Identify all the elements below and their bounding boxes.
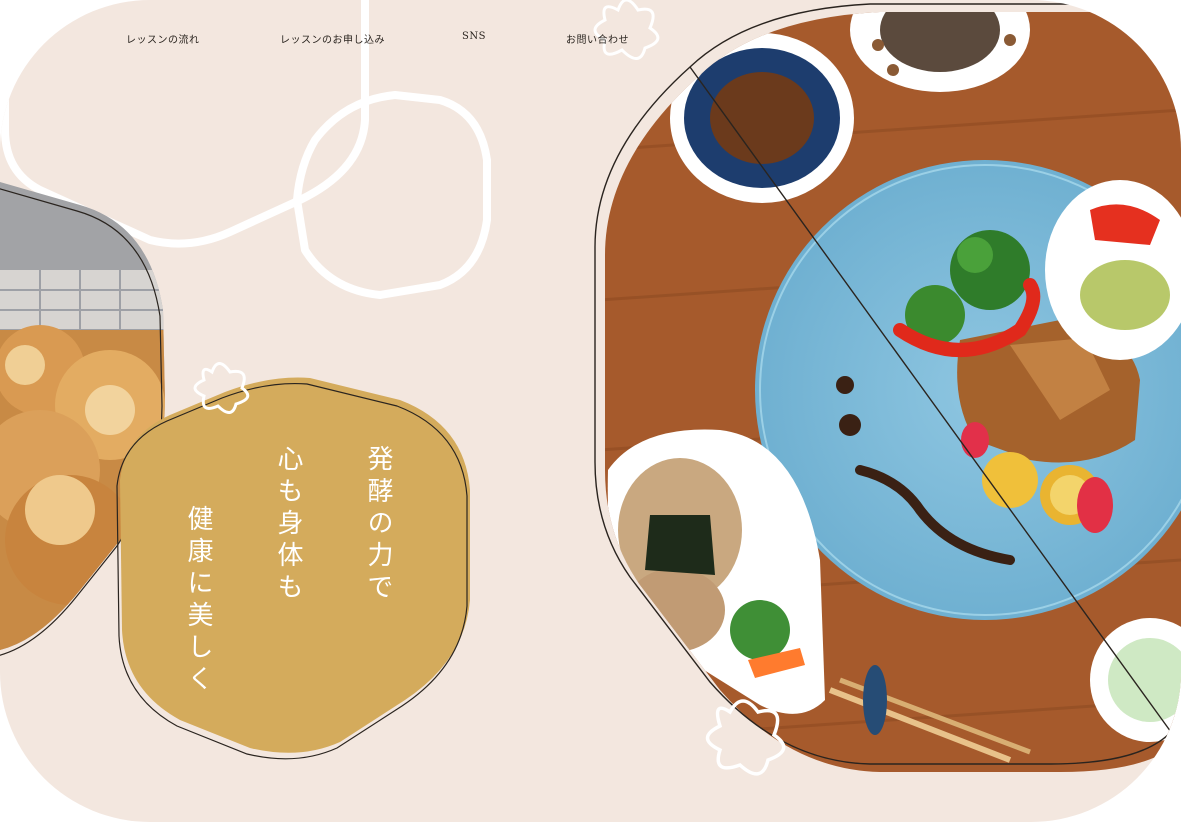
top-navigation: レッスンの流れ レッスンのお申し込み SNS お問い合わせ xyxy=(0,31,700,51)
nav-item-lesson-flow[interactable]: レッスンの流れ xyxy=(126,31,200,46)
page: レッスンの流れ レッスンのお申し込み SNS お問い合わせ 発酵の力で 心も身体… xyxy=(0,0,1181,822)
page-background: レッスンの流れ レッスンのお申し込み SNS お問い合わせ 発酵の力で 心も身体… xyxy=(0,0,1181,822)
tagline-line-1: 発酵の力で xyxy=(363,445,393,605)
hero-tagline: 発酵の力で 心も身体も 健康に美しく xyxy=(183,445,415,697)
nav-item-contact[interactable]: お問い合わせ xyxy=(566,31,629,46)
tagline-line-2: 心も身体も xyxy=(273,445,303,605)
nav-item-lesson-application[interactable]: レッスンのお申し込み xyxy=(280,31,385,46)
right-photo xyxy=(605,12,1181,772)
tagline-line-3: 健康に美しく xyxy=(183,505,213,697)
decorative-layer xyxy=(0,0,1181,776)
nav-item-sns[interactable]: SNS xyxy=(462,31,486,42)
